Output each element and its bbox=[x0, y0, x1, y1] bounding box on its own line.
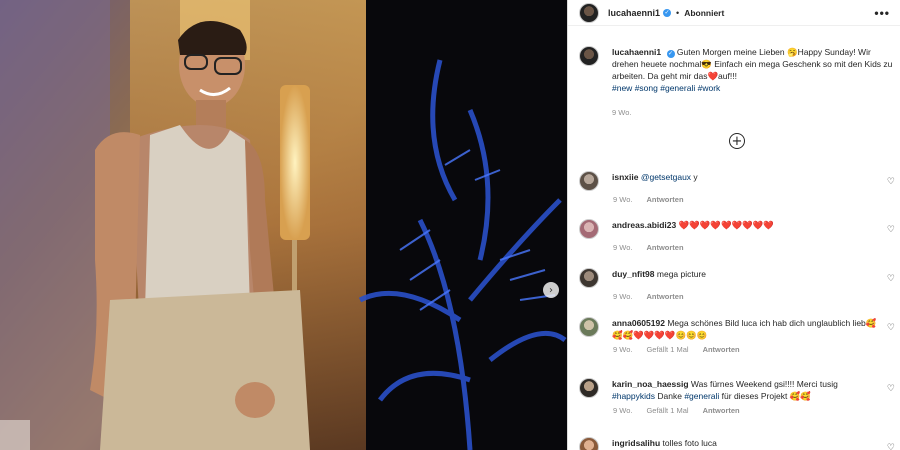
comment-body: karin_noa_haessig Was fürnes Weekend gsi… bbox=[612, 378, 882, 402]
like-comment-heart-icon[interactable]: ♡ bbox=[887, 443, 895, 450]
commenter-username[interactable]: andreas.abidi23 bbox=[612, 220, 676, 230]
caption-avatar[interactable] bbox=[579, 46, 599, 66]
comment-text: mega picture bbox=[656, 269, 707, 279]
comment-text: y bbox=[691, 172, 698, 182]
author-username[interactable]: lucahaenni1 bbox=[608, 8, 660, 18]
comment-meta: 9 Wo. Gefällt 1 Mal Antworten bbox=[613, 406, 899, 415]
commenter-avatar[interactable] bbox=[579, 378, 599, 398]
like-comment-heart-icon[interactable]: ♡ bbox=[887, 177, 895, 187]
reply-button[interactable]: Antworten bbox=[646, 292, 683, 301]
reply-button[interactable]: Antworten bbox=[646, 243, 683, 252]
like-comment-heart-icon[interactable]: ♡ bbox=[887, 323, 895, 333]
comment-time[interactable]: 9 Wo. bbox=[613, 406, 632, 415]
comment-item: ingridsalihu tolles foto luca ♡ bbox=[579, 437, 899, 450]
like-comment-heart-icon[interactable]: ♡ bbox=[887, 384, 895, 394]
comment-meta: 9 Wo. Antworten bbox=[613, 292, 899, 301]
comment-text: ❤️❤️❤️❤️❤️❤️❤️❤️❤️ bbox=[678, 220, 774, 230]
comment-meta: 9 Wo. Gefällt 1 Mal Antworten bbox=[613, 345, 899, 354]
caption-heart-emoji: ❤️ bbox=[707, 71, 719, 81]
commenter-avatar[interactable] bbox=[579, 219, 599, 239]
caption-body-2: auf!!! bbox=[718, 71, 737, 81]
comment-item: anna0605192 Mega schönes Bild luca ich h… bbox=[579, 317, 899, 354]
comment-text: Was fürnes Weekend gsi!!!! Merci tusig bbox=[690, 379, 838, 389]
commenter-avatar[interactable] bbox=[579, 171, 599, 191]
hashtag-generali[interactable]: #generali bbox=[660, 83, 695, 93]
reply-button[interactable]: Antworten bbox=[646, 195, 683, 204]
comment-body: duy_nfit98 mega picture bbox=[612, 268, 882, 288]
next-image-button[interactable]: › bbox=[543, 282, 559, 298]
commenter-username[interactable]: karin_noa_haessig bbox=[612, 379, 689, 389]
plus-icon: + bbox=[731, 133, 743, 149]
comment-item: isnxiie @getsetgaux y 9 Wo. Antworten ♡ bbox=[579, 171, 899, 204]
caption-username[interactable]: lucahaenni1 bbox=[612, 47, 661, 57]
comment-mention[interactable]: @getsetgaux bbox=[641, 172, 691, 182]
like-comment-heart-icon[interactable]: ♡ bbox=[887, 274, 895, 284]
hashtag-song[interactable]: #song bbox=[635, 83, 658, 93]
hashtag-happykids[interactable]: #happykids bbox=[612, 391, 655, 401]
reply-button[interactable]: Antworten bbox=[703, 345, 740, 354]
comment-text: tolles foto luca bbox=[662, 438, 717, 448]
comment-time[interactable]: 9 Wo. bbox=[613, 195, 632, 204]
comment-meta: 9 Wo. Antworten bbox=[613, 243, 899, 252]
comment-body: anna0605192 Mega schönes Bild luca ich h… bbox=[612, 317, 882, 341]
comment-text: für dieses Projekt 🥰🥰 bbox=[719, 391, 811, 401]
hashtag-new[interactable]: #new bbox=[612, 83, 632, 93]
post-caption: lucahaenni1 ✓ Guten Morgen meine Lieben … bbox=[579, 46, 899, 94]
verified-badge-icon: ✓ bbox=[663, 8, 672, 17]
comment-body: ingridsalihu tolles foto luca bbox=[612, 437, 882, 450]
caption-timestamp[interactable]: 9 Wo. bbox=[612, 108, 631, 117]
post-photo[interactable]: › bbox=[0, 0, 567, 450]
commenter-username[interactable]: ingridsalihu bbox=[612, 438, 660, 448]
caption-text: lucahaenni1 ✓ Guten Morgen meine Lieben … bbox=[612, 46, 897, 94]
reply-button[interactable]: Antworten bbox=[703, 406, 740, 415]
post-header: lucahaenni1 ✓ • Abonniert ••• bbox=[568, 0, 900, 26]
load-more-comments-button[interactable]: + bbox=[729, 133, 745, 149]
comment-body: isnxiie @getsetgaux y bbox=[612, 171, 882, 191]
separator-dot: • bbox=[676, 7, 680, 18]
caption-verified-icon: ✓ bbox=[666, 50, 675, 58]
hashtag-work[interactable]: #work bbox=[698, 83, 721, 93]
author-avatar[interactable] bbox=[579, 2, 599, 23]
hashtag-generali[interactable]: #generali bbox=[684, 391, 719, 401]
comment-like-count[interactable]: Gefällt 1 Mal bbox=[646, 406, 688, 415]
comment-time[interactable]: 9 Wo. bbox=[613, 292, 632, 301]
commenter-username[interactable]: anna0605192 bbox=[612, 318, 665, 328]
comment-item: andreas.abidi23 ❤️❤️❤️❤️❤️❤️❤️❤️❤️ 9 Wo.… bbox=[579, 219, 899, 252]
comment-text: Danke bbox=[655, 391, 685, 401]
comment-item: karin_noa_haessig Was fürnes Weekend gsi… bbox=[579, 378, 899, 415]
comment-like-count[interactable]: Gefällt 1 Mal bbox=[646, 345, 688, 354]
commenter-username[interactable]: isnxiie bbox=[612, 172, 638, 182]
post-side-panel: lucahaenni1 ✓ • Abonniert ••• lucahaenni… bbox=[567, 0, 900, 450]
comment-item: duy_nfit98 mega picture 9 Wo. Antworten … bbox=[579, 268, 899, 301]
like-comment-heart-icon[interactable]: ♡ bbox=[887, 225, 895, 235]
chevron-right-icon: › bbox=[549, 284, 553, 296]
commenter-avatar[interactable] bbox=[579, 437, 599, 450]
comment-body: andreas.abidi23 ❤️❤️❤️❤️❤️❤️❤️❤️❤️ bbox=[612, 219, 882, 239]
commenter-username[interactable]: duy_nfit98 bbox=[612, 269, 655, 279]
comment-time[interactable]: 9 Wo. bbox=[613, 243, 632, 252]
comment-time[interactable]: 9 Wo. bbox=[613, 345, 632, 354]
comment-meta: 9 Wo. Antworten bbox=[613, 195, 899, 204]
more-options-icon[interactable]: ••• bbox=[874, 6, 890, 20]
commenter-avatar[interactable] bbox=[579, 268, 599, 288]
post-photo-image bbox=[0, 0, 567, 450]
follow-status-button[interactable]: Abonniert bbox=[684, 8, 724, 18]
commenter-avatar[interactable] bbox=[579, 317, 599, 337]
